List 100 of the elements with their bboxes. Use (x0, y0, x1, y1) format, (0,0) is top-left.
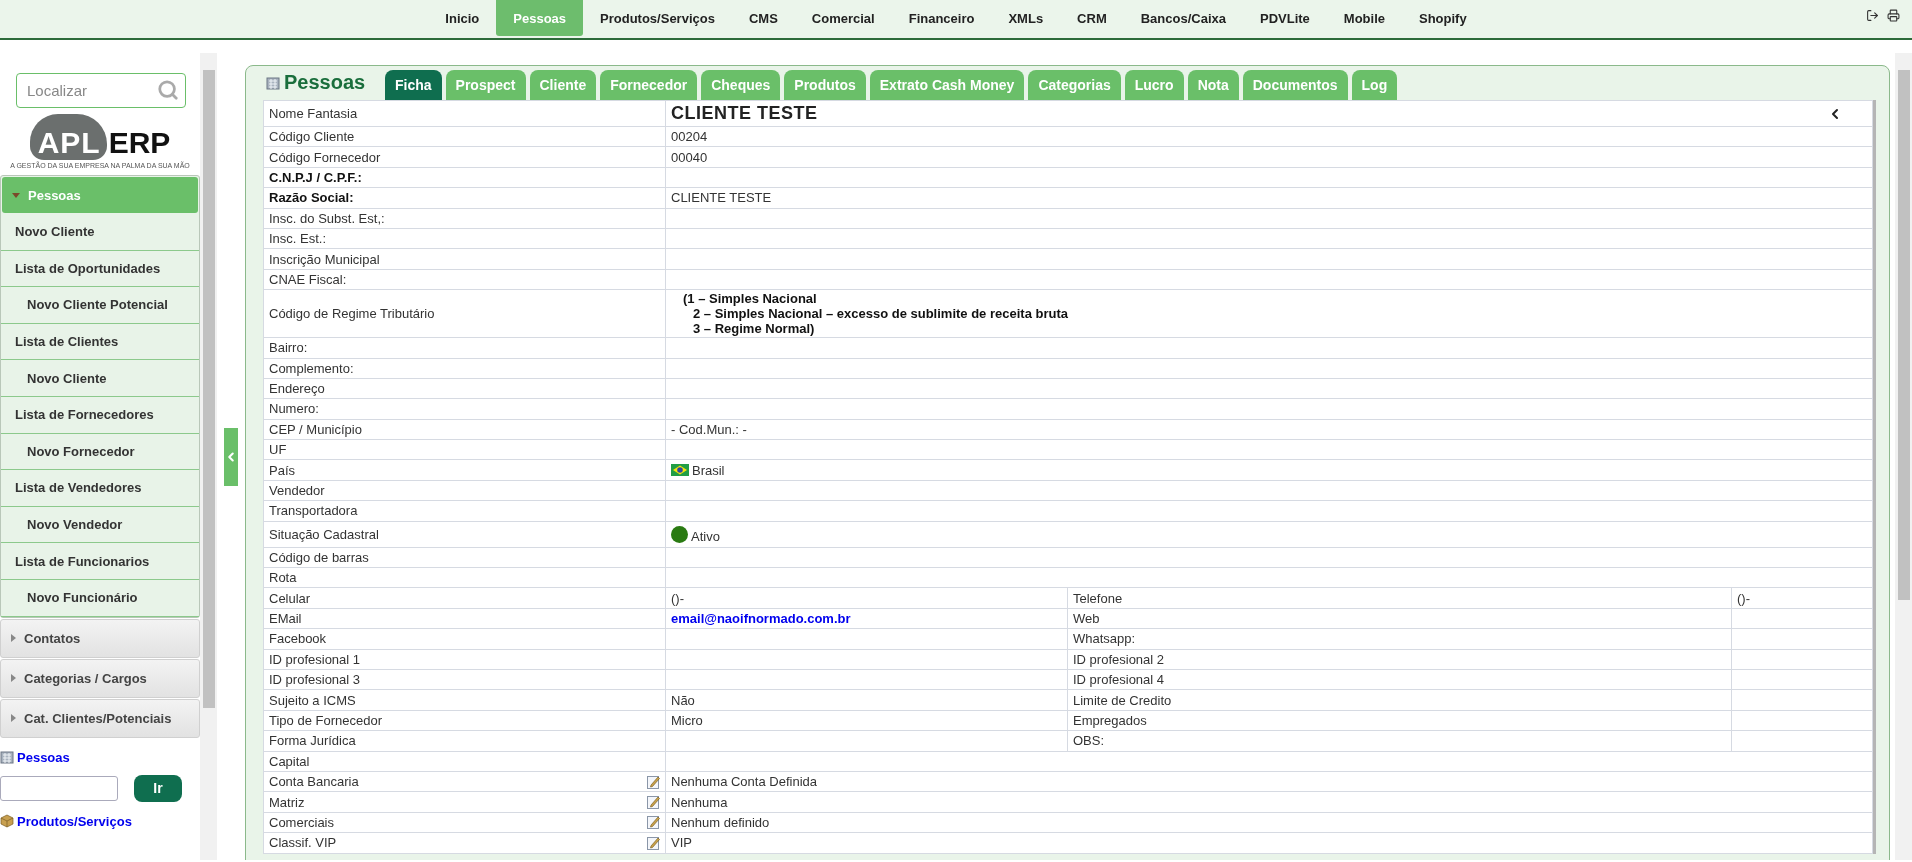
nav-item[interactable]: Comercial (794, 0, 892, 36)
nav-item[interactable]: Inicio (428, 0, 497, 36)
menu-section-header[interactable]: Categorias / Cargos (0, 658, 200, 698)
field-value: Micro (671, 712, 703, 728)
field-label: Situação Cadastral (269, 526, 379, 542)
menu-item[interactable]: Lista de Oportunidades (1, 250, 199, 288)
caret-down-icon (12, 192, 20, 198)
caret-right-icon (11, 714, 16, 723)
building-icon (0, 750, 14, 765)
field-value: Nenhuma Conta Definida (671, 774, 817, 790)
menu-item[interactable]: Novo Cliente (1, 214, 199, 251)
field-label: Insc. do Subst. Est,: (269, 210, 385, 226)
field-label: Endereço (269, 381, 325, 397)
field-label: Vendedor (269, 483, 325, 499)
field-label: Tipo de Fornecedor (269, 712, 382, 728)
menu-item[interactable]: Lista de Vendedores (1, 470, 199, 507)
field-label: ID profesional 3 (269, 672, 361, 688)
field-label: Comerciais (269, 814, 334, 830)
field-label: Inscrição Municipal (269, 251, 380, 267)
tab[interactable]: Ficha (385, 70, 442, 100)
field-value: Nenhum definido (671, 814, 770, 830)
menu-item[interactable]: Lista de Funcionarios (1, 543, 199, 580)
field-label: Bairro: (269, 340, 308, 356)
company-name: CLIENTE TESTE (671, 103, 818, 124)
go-button[interactable]: Ir (134, 774, 182, 802)
field-label: Código de Regime Tributário (269, 306, 435, 322)
field-label: Forma Jurídica (269, 733, 356, 749)
field-label: Capital (269, 753, 310, 769)
nav-item[interactable]: Bancos/Caixa (1123, 0, 1243, 36)
field-label: Rota (269, 570, 297, 586)
input-field[interactable] (0, 775, 118, 801)
field-value: Brasil (692, 462, 725, 478)
edit-icon[interactable] (647, 795, 660, 809)
nav-item[interactable]: Shopify (1402, 0, 1484, 36)
field-label: OBS: (1073, 733, 1105, 749)
edit-icon[interactable] (647, 774, 660, 789)
field-label: Nome Fantasia (269, 106, 358, 121)
logout-icon[interactable] (1866, 9, 1879, 22)
status-text: Ativo (691, 529, 720, 545)
field-label: Código Cliente (269, 129, 355, 145)
field-label: Insc. Est.: (269, 231, 327, 247)
field-label: ID profesional 2 (1073, 651, 1165, 667)
edit-icon[interactable] (647, 815, 660, 830)
field-value: Não (671, 692, 695, 708)
field-label: Web (1073, 611, 1100, 626)
field-label: Transportadora (269, 503, 358, 519)
menu-item[interactable]: Novo Vendedor (1, 506, 199, 544)
quick-link[interactable]: Pessoas (0, 749, 200, 765)
building-icon (266, 75, 280, 90)
field-label: Classif. VIP (269, 835, 337, 851)
field-label: ID profesional 4 (1073, 672, 1165, 688)
search-icon[interactable] (157, 79, 179, 101)
field-label: CEP / Município (269, 421, 362, 437)
nav-item[interactable]: Financeiro (891, 0, 992, 36)
field-label: ID profesional 1 (269, 651, 361, 667)
menu-item[interactable]: Lista de Clientes (1, 323, 199, 361)
field-label: UF (269, 442, 287, 458)
field-value: - Cod.Mun.: - (671, 421, 747, 437)
menu-item[interactable]: Lista de Fornecedores (1, 396, 199, 434)
field-label: País (269, 462, 295, 478)
menu-item[interactable]: Novo Fornecedor (1, 433, 199, 471)
field-label: Matriz (269, 794, 305, 810)
field-label: Telefone (1073, 590, 1123, 606)
field-label: Sujeito a ICMS (269, 692, 356, 708)
field-value: 00204 (671, 129, 708, 145)
caret-right-icon (11, 674, 16, 683)
field-label: Razão Social: (269, 190, 354, 206)
field-label: Complemento: (269, 360, 354, 376)
field-value: ()- (671, 590, 684, 606)
field-label: Whatsapp: (1073, 631, 1136, 647)
edit-icon[interactable] (647, 835, 660, 850)
search-field[interactable]: Localizar (16, 73, 186, 108)
box-icon (0, 814, 14, 829)
nav-item[interactable]: PDVLite (1243, 0, 1327, 36)
field-label: Código Fornecedor (269, 149, 381, 165)
field-value: ()- (1737, 590, 1750, 606)
menu-item[interactable]: Novo Funcionário (1, 579, 199, 617)
field-label: Empregados (1073, 712, 1147, 728)
regime-options: (1 – Simples Nacional 2 – Simples Nacional – excesso de sublimite de receita bruta 3 – Regime Normal) (671, 290, 1867, 338)
field-label: Numero: (269, 401, 319, 417)
nav-item[interactable]: CMS (731, 0, 795, 36)
menu-section-header[interactable]: Contatos (0, 618, 200, 658)
nav-item[interactable]: CRM (1060, 0, 1124, 36)
field-value: VIP (671, 835, 692, 851)
quick-link[interactable]: Produtos/Serviços (0, 813, 200, 829)
menu-item[interactable]: Novo Cliente Potencial (1, 287, 199, 324)
field-label: CNAE Fiscal: (269, 271, 347, 287)
collapse-handle[interactable] (224, 427, 238, 486)
nav-item[interactable]: Mobile (1326, 0, 1402, 36)
menu-section-header[interactable]: Cat. Clientes/Potenciais (0, 698, 200, 738)
field-value: Nenhuma (671, 794, 728, 810)
nav-item[interactable]: Produtos/Serviços (583, 0, 732, 36)
nav-item[interactable]: XMLs (991, 0, 1061, 36)
panel-title: Pessoas (284, 71, 366, 94)
field-label: C.N.P.J / C.P.F.: (269, 169, 362, 185)
print-icon[interactable] (1887, 9, 1900, 22)
field-label: Conta Bancaria (269, 774, 359, 790)
flag-icon (671, 464, 689, 477)
menu-item[interactable]: Novo Cliente (1, 360, 199, 397)
field-label: Código de barras (269, 549, 369, 565)
